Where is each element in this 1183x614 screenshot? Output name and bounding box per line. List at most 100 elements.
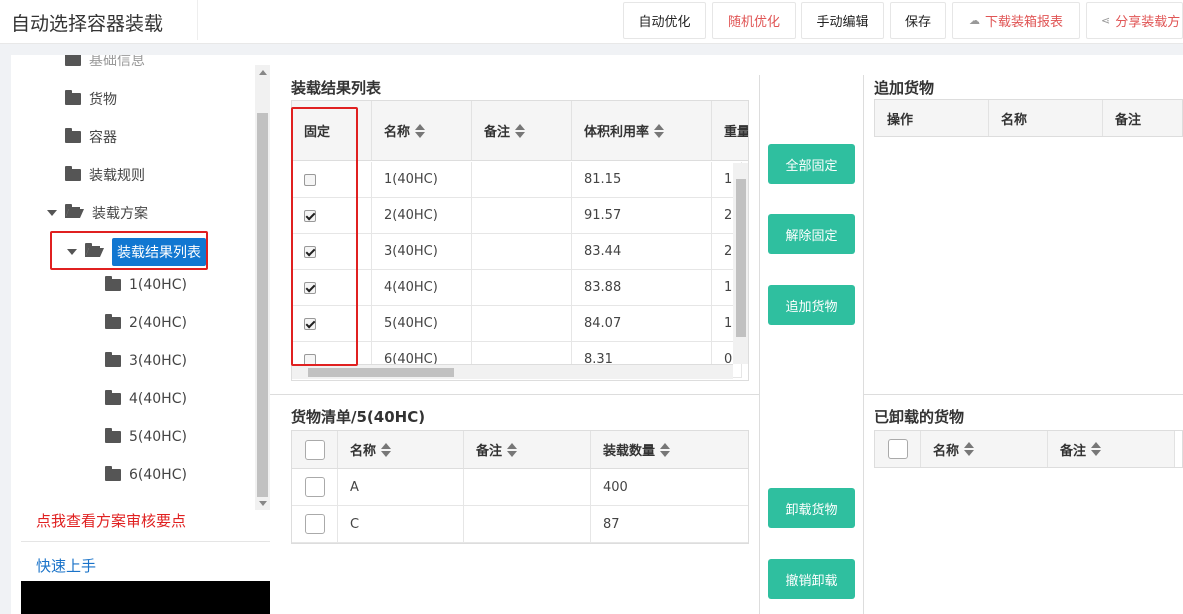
unloaded-goods-title: 已卸载的货物 — [874, 408, 965, 426]
column-header-name[interactable]: 名称 — [372, 101, 472, 161]
divider — [21, 541, 270, 542]
save-button[interactable]: 保存 — [890, 2, 946, 39]
column-header-note[interactable]: 备注 — [472, 101, 572, 161]
scrollbar-thumb[interactable] — [308, 368, 454, 377]
sidebar: 基础信息 货物 容器 装载规则 装载方案 装载结果列表 1(40HC) 2(40… — [11, 55, 270, 614]
tree-item-loading-plan[interactable]: 装载方案 — [47, 201, 148, 225]
manual-edit-button[interactable]: 手动编辑 — [801, 2, 884, 39]
volume-cell: 84.07 — [572, 306, 712, 342]
fix-all-button[interactable]: 全部固定 — [768, 144, 855, 184]
sort-icon[interactable] — [964, 442, 975, 456]
fixed-checkbox[interactable] — [304, 209, 316, 222]
random-optimize-button[interactable]: 随机优化 — [712, 2, 796, 39]
column-header-volume[interactable]: 体积利用率 — [572, 101, 712, 161]
fixed-cell[interactable] — [292, 306, 372, 342]
sort-icon[interactable] — [654, 123, 665, 138]
name-cell: 2(40HC) — [372, 198, 472, 234]
select-all-checkbox[interactable] — [305, 439, 325, 460]
download-report-button[interactable]: ☁ 下载装箱报表 — [952, 2, 1080, 39]
tree-item-container-6[interactable]: 6(40HC) — [105, 463, 187, 487]
column-header-name[interactable]: 名称 — [338, 431, 464, 469]
column-label: 体积利用率 — [584, 125, 650, 140]
note-cell — [472, 234, 572, 270]
fixed-cell[interactable] — [292, 198, 372, 234]
sort-icon[interactable] — [507, 442, 518, 457]
volume-cell: 83.44 — [572, 234, 712, 270]
scrollbar-thumb[interactable] — [736, 179, 746, 337]
column-header-note[interactable]: 备注 — [1103, 100, 1182, 136]
sort-icon[interactable] — [415, 123, 426, 138]
fixed-cell[interactable] — [292, 270, 372, 306]
select-all-header[interactable] — [875, 431, 921, 467]
tree-item-label: 2(40HC) — [129, 315, 187, 331]
select-all-checkbox[interactable] — [888, 439, 908, 459]
fixed-checkbox[interactable] — [304, 245, 316, 258]
add-goods-button[interactable]: 追加货物 — [768, 285, 855, 325]
row-checkbox[interactable] — [305, 514, 325, 534]
tree-item-results-list[interactable]: 装载结果列表 — [67, 237, 206, 267]
fixed-cell[interactable] — [292, 234, 372, 270]
sort-icon[interactable] — [1091, 442, 1102, 456]
note-cell — [472, 198, 572, 234]
row-checkbox[interactable] — [305, 477, 325, 497]
scroll-up-icon[interactable] — [259, 70, 267, 75]
results-vertical-scrollbar[interactable] — [733, 163, 748, 364]
tree-item-goods[interactable]: 货物 — [65, 87, 117, 111]
sort-icon[interactable] — [660, 442, 671, 457]
sort-icon[interactable] — [515, 123, 526, 138]
tree-item-container[interactable]: 容器 — [65, 125, 117, 149]
chevron-down-icon[interactable] — [47, 210, 57, 216]
unload-goods-button[interactable]: 卸载货物 — [768, 488, 855, 528]
column-header-note[interactable]: 备注 — [464, 431, 591, 469]
select-cell[interactable] — [292, 506, 338, 543]
column-label: 名称 — [350, 444, 377, 459]
quick-start-link[interactable]: 快速上手 — [36, 555, 96, 576]
chevron-down-icon[interactable] — [67, 249, 77, 255]
fixed-checkbox[interactable] — [304, 173, 316, 186]
tree-item-container-5[interactable]: 5(40HC) — [105, 425, 187, 449]
unfix-button[interactable]: 解除固定 — [768, 214, 855, 254]
undo-unload-button[interactable]: 撤销卸载 — [768, 559, 855, 599]
results-grid: 固定 名称 备注 体积利用率 重量 1(40HC) 81.15 1 2(40HC) 91… — [291, 100, 749, 381]
sidebar-scrollbar[interactable] — [255, 65, 270, 510]
column-header-name[interactable]: 名称 — [921, 431, 1048, 467]
column-header-qty[interactable]: 装载数量 — [591, 431, 748, 469]
review-points-link[interactable]: 点我查看方案审核要点 — [36, 510, 186, 531]
share-plan-label: 分享装载方 — [1115, 15, 1181, 30]
column-header-fixed[interactable]: 固定 — [292, 101, 372, 161]
tree-item-container-3[interactable]: 3(40HC) — [105, 349, 187, 373]
scroll-down-icon[interactable] — [259, 501, 267, 506]
fixed-cell[interactable] — [292, 162, 372, 198]
tree-item-container-1[interactable]: 1(40HC) — [105, 273, 187, 297]
tree-item-container-2[interactable]: 2(40HC) — [105, 311, 187, 335]
video-player[interactable] — [21, 581, 270, 614]
column-label: 备注 — [484, 125, 511, 140]
unloaded-goods-grid: 名称 备注 — [874, 430, 1183, 468]
note-cell — [464, 506, 591, 543]
tree-item-label: 6(40HC) — [129, 467, 187, 483]
folder-icon — [105, 466, 121, 481]
added-goods-grid: 操作 名称 备注 — [874, 99, 1183, 137]
tree-item-loading-rules[interactable]: 装载规则 — [65, 163, 145, 187]
auto-optimize-button[interactable]: 自动优化 — [623, 2, 706, 39]
fixed-checkbox[interactable] — [304, 317, 316, 330]
column-label: 操作 — [887, 112, 914, 128]
column-header-weight[interactable]: 重量 — [712, 101, 748, 161]
sort-icon[interactable] — [381, 442, 392, 457]
results-title: 装载结果列表 — [291, 79, 382, 97]
column-header-action[interactable]: 操作 — [875, 100, 989, 136]
select-cell[interactable] — [292, 469, 338, 506]
share-plan-button[interactable]: ⋖ 分享装载方 — [1086, 2, 1183, 39]
column-header-name[interactable]: 名称 — [989, 100, 1103, 136]
scrollbar-thumb[interactable] — [257, 113, 268, 497]
tree-item-container-4[interactable]: 4(40HC) — [105, 387, 187, 411]
tree-item-basic-info[interactable]: 基础信息 — [65, 55, 145, 72]
results-horizontal-scrollbar[interactable] — [292, 364, 733, 379]
column-label: 名称 — [1001, 112, 1028, 128]
tree-item-label: 装载规则 — [89, 168, 145, 184]
column-header-note[interactable]: 备注 — [1048, 431, 1175, 467]
name-cell: A — [338, 469, 464, 506]
fixed-checkbox[interactable] — [304, 281, 316, 294]
tree-item-label: 1(40HC) — [129, 277, 187, 293]
select-all-header[interactable] — [292, 431, 338, 469]
